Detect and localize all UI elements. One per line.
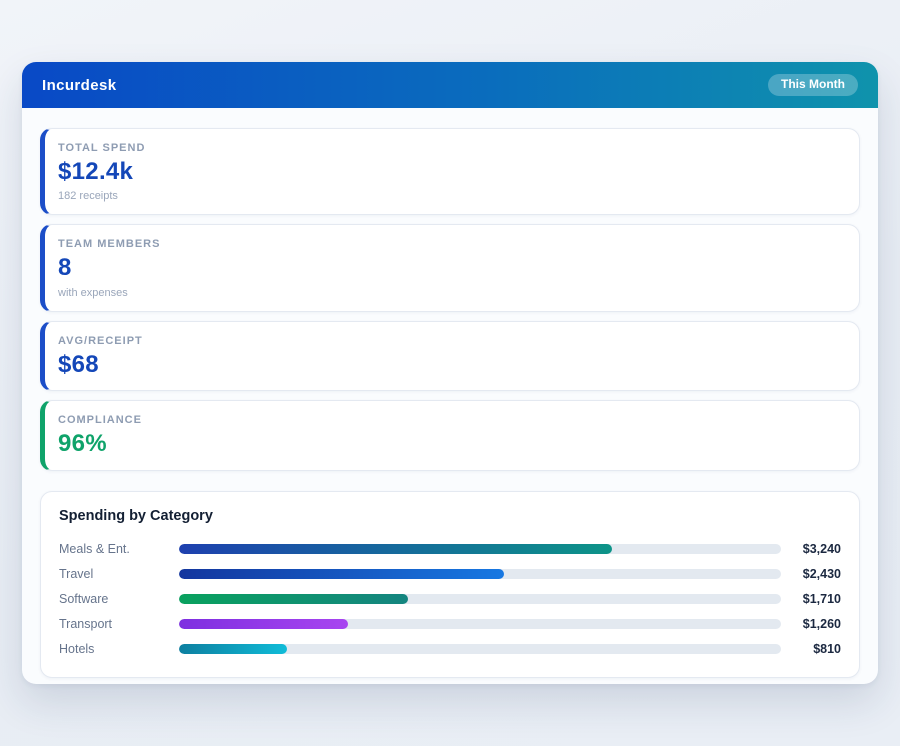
category-bar-track [179,544,781,554]
category-bar-track [179,644,781,654]
category-bar-track [179,569,781,579]
stat-card: AVG/RECEIPT $68 [40,321,860,391]
category-bar-fill [179,619,348,629]
category-row: Hotels $810 [59,637,841,662]
stat-value: 96% [58,431,841,457]
stat-value: $12.4k [58,159,841,185]
spending-by-category-card: Spending by Category Meals & Ent. $3,240… [40,491,860,678]
category-label: Software [59,592,179,606]
category-value: $810 [781,642,841,656]
spending-card-title: Spending by Category [59,508,841,524]
stat-subtext: 182 receipts [58,190,841,202]
app-header: Incurdesk This Month [22,62,878,108]
category-bar-fill [179,544,612,554]
category-bar-track [179,594,781,604]
category-label: Transport [59,617,179,631]
dashboard-card: Incurdesk This Month TOTAL SPEND $12.4k … [22,62,878,684]
period-badge[interactable]: This Month [768,74,858,95]
category-value: $1,260 [781,617,841,631]
category-row: Software $1,710 [59,587,841,612]
stats-list: TOTAL SPEND $12.4k 182 receipts TEAM MEM… [40,128,860,471]
category-bar-fill [179,594,408,604]
app-title: Incurdesk [42,77,116,94]
stat-value: $68 [58,352,841,378]
stat-card: COMPLIANCE 96% [40,400,860,470]
page-background: Incurdesk This Month TOTAL SPEND $12.4k … [0,0,900,746]
stat-label: TEAM MEMBERS [58,238,841,250]
category-bar-fill [179,569,504,579]
category-value: $3,240 [781,542,841,556]
category-bar-fill [179,644,287,654]
category-label: Hotels [59,642,179,656]
category-bar-track [179,619,781,629]
category-row: Meals & Ent. $3,240 [59,537,841,562]
stat-card: TOTAL SPEND $12.4k 182 receipts [40,128,860,215]
category-label: Meals & Ent. [59,542,179,556]
dashboard-body: TOTAL SPEND $12.4k 182 receipts TEAM MEM… [22,108,878,678]
category-bar-list: Meals & Ent. $3,240 Travel $2,430 Softwa… [59,537,841,662]
category-value: $1,710 [781,592,841,606]
stat-label: TOTAL SPEND [58,142,841,154]
category-value: $2,430 [781,567,841,581]
category-row: Travel $2,430 [59,562,841,587]
stat-subtext: with expenses [58,287,841,299]
category-label: Travel [59,567,179,581]
stat-label: AVG/RECEIPT [58,335,841,347]
stat-value: 8 [58,255,841,281]
stat-label: COMPLIANCE [58,414,841,426]
category-row: Transport $1,260 [59,612,841,637]
stat-card: TEAM MEMBERS 8 with expenses [40,224,860,311]
